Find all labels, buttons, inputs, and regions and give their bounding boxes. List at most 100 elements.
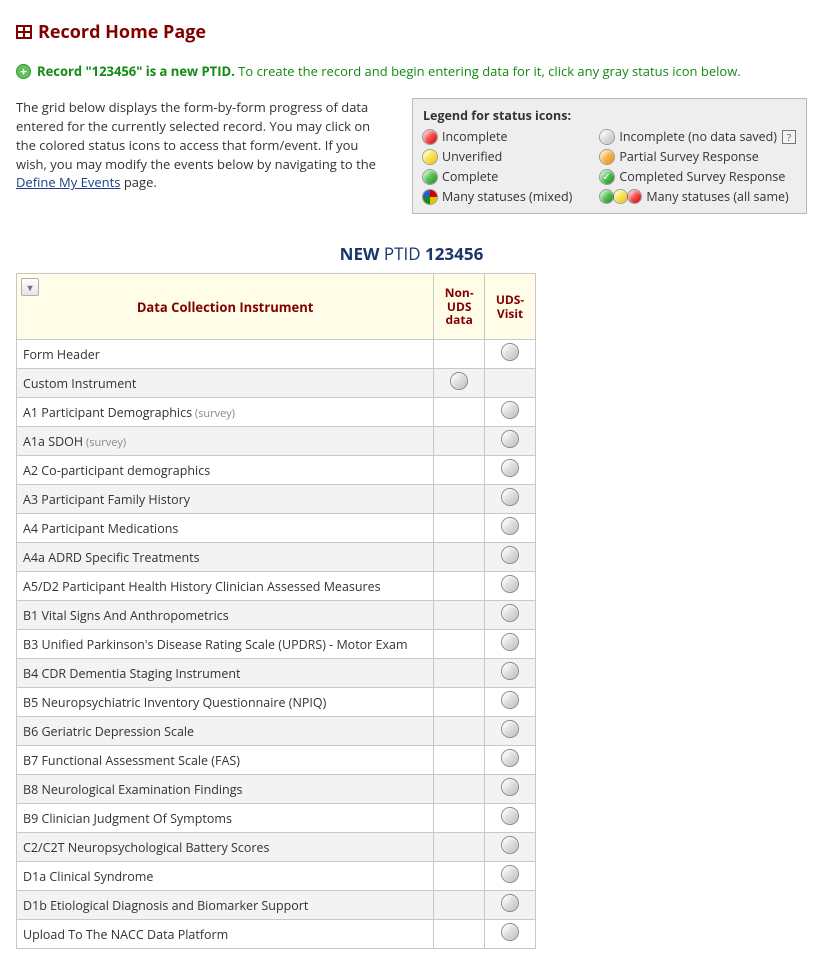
intro-a: The grid below displays the form-by-form…	[16, 98, 376, 173]
cell-nonuds	[434, 804, 485, 833]
cell-nonuds	[434, 572, 485, 601]
intro-b: page.	[120, 173, 156, 191]
collapse-toggle[interactable]: ▾	[21, 278, 39, 296]
status-icon-gray[interactable]	[502, 344, 518, 360]
instrument-name: A5/D2 Participant Health History Clinici…	[17, 572, 434, 601]
table-row: D1b Etiological Diagnosis and Biomarker …	[17, 891, 536, 920]
cell-nonuds	[434, 630, 485, 659]
status-icon-gray[interactable]	[502, 547, 518, 563]
instrument-name: A1 Participant Demographics (survey)	[17, 398, 434, 427]
status-icon-gray[interactable]	[502, 431, 518, 447]
cell-uds	[485, 630, 536, 659]
ptid-new-label: NEW	[340, 242, 380, 265]
status-icon-gray[interactable]	[502, 866, 518, 882]
banner-rest: To create the record and begin entering …	[238, 62, 741, 80]
table-row: Upload To The NACC Data Platform	[17, 920, 536, 949]
cell-uds	[485, 427, 536, 456]
cell-uds	[485, 485, 536, 514]
table-row: C2/C2T Neuropsychological Battery Scores	[17, 833, 536, 862]
cell-uds	[485, 746, 536, 775]
status-icon-gray[interactable]	[502, 692, 518, 708]
table-row: A1a SDOH (survey)	[17, 427, 536, 456]
survey-tag: (survey)	[192, 406, 235, 421]
instrument-name: A1a SDOH (survey)	[17, 427, 434, 456]
cell-uds	[485, 920, 536, 949]
cell-uds	[485, 775, 536, 804]
table-row: B8 Neurological Examination Findings	[17, 775, 536, 804]
legend-partial-survey: Partial Survey Response	[600, 148, 796, 165]
cell-nonuds	[434, 514, 485, 543]
legend-completed-survey: Completed Survey Response	[600, 168, 796, 185]
table-row: B1 Vital Signs And Anthropometrics	[17, 601, 536, 630]
instrument-name: Custom Instrument	[17, 369, 434, 398]
status-icon-gray[interactable]	[502, 518, 518, 534]
page-title-text: Record Home Page	[38, 20, 206, 44]
cell-uds	[485, 340, 536, 369]
cell-nonuds	[434, 891, 485, 920]
status-icon-gray[interactable]	[451, 373, 467, 389]
legend-incomplete-nodata: Incomplete (no data saved) ?	[600, 128, 796, 145]
page-title: Record Home Page	[16, 20, 807, 44]
status-icon-gray[interactable]	[502, 576, 518, 592]
cell-nonuds	[434, 601, 485, 630]
cell-uds	[485, 717, 536, 746]
instrument-name: B4 CDR Dementia Staging Instrument	[17, 659, 434, 688]
status-icon-gray[interactable]	[502, 460, 518, 476]
status-icon-gray[interactable]	[502, 895, 518, 911]
help-icon[interactable]: ?	[782, 130, 796, 144]
table-row: A3 Participant Family History	[17, 485, 536, 514]
instrument-name: A3 Participant Family History	[17, 485, 434, 514]
cell-nonuds	[434, 456, 485, 485]
instrument-name: A2 Co-participant demographics	[17, 456, 434, 485]
status-icon-gray[interactable]	[502, 402, 518, 418]
legend-many-same: Many statuses (all same)	[600, 188, 796, 205]
status-icon-gray[interactable]	[502, 721, 518, 737]
survey-tag: (survey)	[83, 435, 126, 450]
cell-nonuds	[434, 398, 485, 427]
status-icon-gray[interactable]	[502, 663, 518, 679]
ptid-id: 123456	[425, 242, 483, 265]
instrument-name: B6 Geriatric Depression Scale	[17, 717, 434, 746]
cell-nonuds	[434, 717, 485, 746]
status-icon-gray[interactable]	[502, 837, 518, 853]
grid-icon	[16, 24, 32, 40]
instrument-name: A4 Participant Medications	[17, 514, 434, 543]
cell-uds	[485, 862, 536, 891]
instrument-name: Form Header	[17, 340, 434, 369]
cell-nonuds	[434, 775, 485, 804]
instrument-name: B7 Functional Assessment Scale (FAS)	[17, 746, 434, 775]
status-green-icon	[423, 170, 437, 184]
status-yellow-icon	[423, 150, 437, 164]
cell-nonuds	[434, 746, 485, 775]
status-icon-gray[interactable]	[502, 779, 518, 795]
instrument-name: B8 Neurological Examination Findings	[17, 775, 434, 804]
ptid-header: NEW PTID 123456	[16, 242, 807, 265]
table-row: D1a Clinical Syndrome	[17, 862, 536, 891]
legend-incomplete: Incomplete	[423, 128, 590, 145]
legend-box: Legend for status icons: Incomplete Inco…	[412, 98, 807, 214]
status-icon-gray[interactable]	[502, 605, 518, 621]
cell-uds	[485, 659, 536, 688]
table-row: B5 Neuropsychiatric Inventory Questionna…	[17, 688, 536, 717]
legend-unverified: Unverified	[423, 148, 590, 165]
status-icon-gray[interactable]	[502, 634, 518, 650]
table-row: A2 Co-participant demographics	[17, 456, 536, 485]
legend-many-mixed: Many statuses (mixed)	[423, 188, 590, 205]
instrument-name: A4a ADRD Specific Treatments	[17, 543, 434, 572]
plus-icon: +	[16, 64, 31, 79]
cell-nonuds	[434, 833, 485, 862]
status-icon-gray[interactable]	[502, 750, 518, 766]
status-icon-gray[interactable]	[502, 924, 518, 940]
cell-nonuds	[434, 659, 485, 688]
status-icon-gray[interactable]	[502, 808, 518, 824]
instrument-name: D1b Etiological Diagnosis and Biomarker …	[17, 891, 434, 920]
status-icon-gray[interactable]	[502, 489, 518, 505]
status-red-icon	[423, 130, 437, 144]
define-my-events-link[interactable]: Define My Events	[16, 173, 120, 191]
table-row: B3 Unified Parkinson's Disease Rating Sc…	[17, 630, 536, 659]
col-header-uds: UDS-Visit	[485, 274, 536, 340]
table-row: B7 Functional Assessment Scale (FAS)	[17, 746, 536, 775]
status-gray-icon	[600, 130, 614, 144]
table-row: Form Header	[17, 340, 536, 369]
table-row: B6 Geriatric Depression Scale	[17, 717, 536, 746]
